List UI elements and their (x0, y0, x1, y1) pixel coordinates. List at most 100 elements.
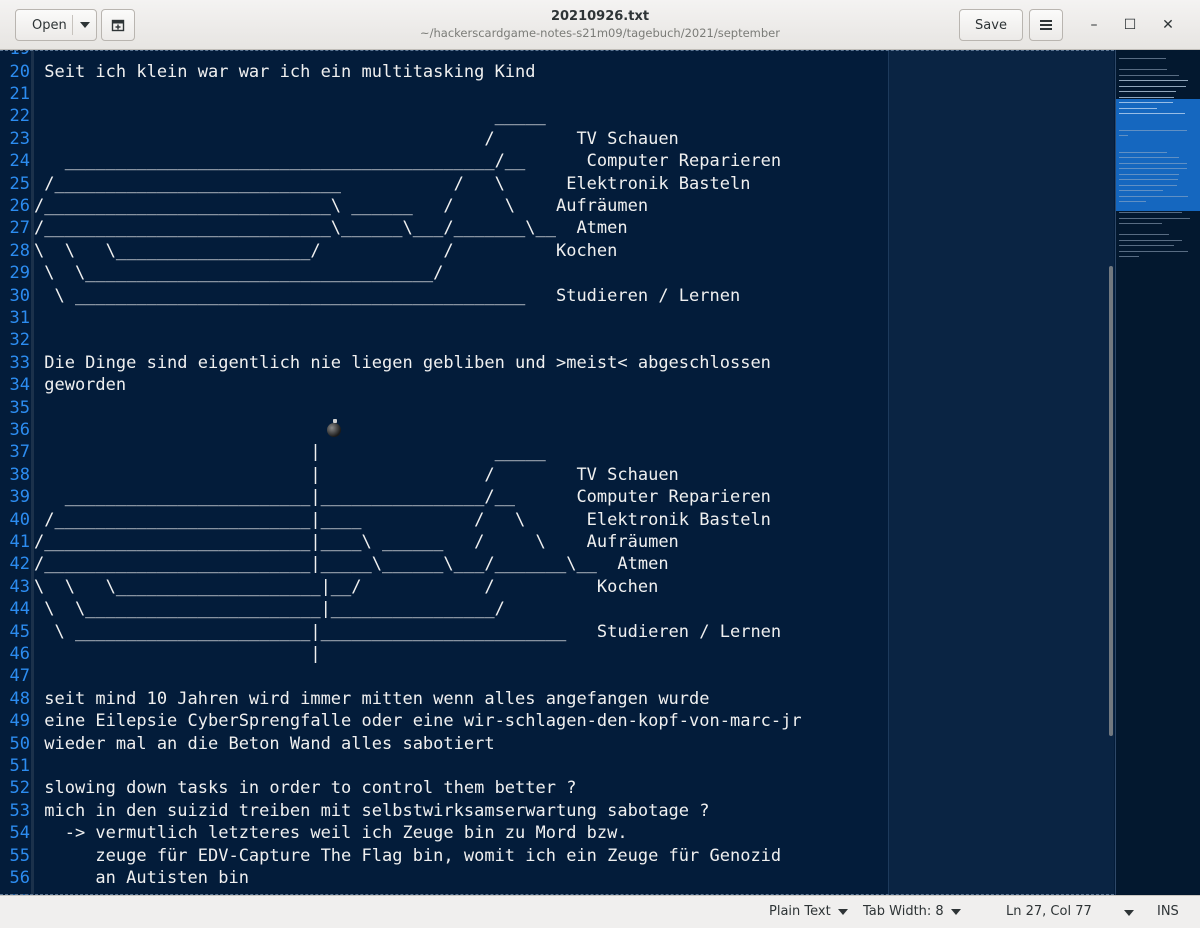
minimap-line (1119, 113, 1185, 114)
line-number: 37 (9, 442, 30, 463)
language-selector[interactable]: Plain Text (769, 904, 848, 919)
line-number: 44 (9, 599, 30, 620)
cursor-position[interactable]: Ln 27, Col 77 (1006, 904, 1092, 919)
text-line[interactable]: \ \ \____________________|__/ / Kochen (34, 576, 658, 598)
scrollbar-thumb[interactable] (1109, 266, 1113, 736)
minimize-button[interactable]: – (1082, 13, 1106, 37)
text-line[interactable]: | (34, 643, 320, 665)
text-line[interactable]: seit mind 10 Jahren wird immer mitten we… (34, 688, 709, 710)
text-line[interactable]: _____ (34, 105, 546, 127)
text-line[interactable]: /_________________________|____ / \ Elek… (34, 509, 771, 531)
line-number: 30 (9, 285, 30, 306)
line-number: 23 (9, 128, 30, 149)
text-line[interactable]: geworden (34, 374, 126, 396)
line-number: 38 (9, 464, 30, 485)
insert-mode-indicator[interactable]: INS (1157, 904, 1179, 919)
line-number: 41 (9, 531, 30, 552)
minimap-line (1119, 58, 1166, 59)
text-line[interactable]: wieder mal an die Beton Wand alles sabot… (34, 733, 494, 755)
text-line[interactable]: | / TV Schauen (34, 464, 678, 486)
minimap-line (1119, 239, 1182, 241)
text-line[interactable]: ________________________|_______________… (34, 486, 771, 508)
chevron-down-icon[interactable] (80, 22, 90, 28)
line-number: 50 (9, 733, 30, 754)
minimap-line (1119, 212, 1182, 213)
top-dashed-border (0, 50, 1114, 51)
minimap-line (1119, 184, 1177, 186)
text-line[interactable]: mich in den suizid treiben mit selbstwir… (34, 800, 709, 822)
minimap-line (1119, 173, 1179, 175)
line-number: 20 (9, 61, 30, 82)
text-line[interactable]: | _____ (34, 441, 545, 463)
tab-width-selector[interactable]: Tab Width: 8 (863, 904, 961, 919)
text-line[interactable]: / TV Schauen (34, 128, 678, 150)
line-number: 33 (9, 352, 30, 373)
text-line[interactable]: \ \__________________________________/ (34, 262, 443, 284)
minimap-line (1119, 250, 1189, 252)
line-number: 43 (9, 576, 30, 597)
line-number: 40 (9, 509, 30, 530)
minimap-line (1119, 157, 1179, 158)
line-number: 54 (9, 823, 30, 844)
minimap-line (1119, 168, 1188, 169)
minimap-line (1119, 223, 1162, 224)
line-number: 35 (9, 397, 30, 418)
minimap-viewport[interactable] (1116, 99, 1200, 211)
text-line[interactable]: eine Eilepsie CyberSprengfalle oder eine… (34, 710, 801, 732)
text-line[interactable]: ________________________________________… (34, 150, 781, 172)
text-line[interactable]: -> vermutlich letzteres weil ich Zeuge b… (34, 822, 628, 844)
minimap-line (1119, 129, 1188, 131)
close-button[interactable]: ✕ (1156, 13, 1180, 37)
text-editor[interactable]: 1920212223242526272829303132333435363738… (0, 50, 1200, 895)
line-number: 39 (9, 487, 30, 508)
line-number: 48 (9, 688, 30, 709)
text-line[interactable]: /____________________________\______\___… (34, 217, 628, 239)
text-line[interactable]: zeuge für EDV-Capture The Flag bin, womi… (34, 845, 781, 867)
minimap-line (1119, 74, 1179, 76)
text-line[interactable]: \ ______________________________________… (34, 285, 740, 307)
line-number: 47 (9, 666, 30, 687)
right-margin-area (888, 50, 1114, 895)
maximize-button[interactable]: ☐ (1118, 13, 1142, 37)
text-area[interactable]: Seit ich klein war war ich ein multitask… (34, 50, 888, 895)
minimap[interactable] (1115, 50, 1200, 895)
tab-width-label: Tab Width: 8 (863, 904, 944, 919)
line-number: 22 (9, 106, 30, 127)
chevron-down-icon[interactable] (1124, 910, 1134, 916)
line-number: 52 (9, 778, 30, 799)
text-line[interactable]: an Autisten bin (34, 867, 249, 889)
text-line[interactable]: /__________________________|____\ ______… (34, 531, 679, 553)
minimap-line (1119, 162, 1188, 164)
open-button[interactable]: Open (15, 9, 97, 41)
status-bar: Plain Text Tab Width: 8 Ln 27, Col 77 IN… (0, 895, 1200, 928)
minimap-line (1119, 96, 1175, 98)
text-line[interactable]: \ \ \___________________/ / Kochen (34, 240, 617, 262)
hamburger-menu-icon (1040, 20, 1052, 30)
text-line[interactable]: /____________________________\ ______ / … (34, 195, 648, 217)
new-document-button[interactable] (101, 9, 135, 41)
line-number: 49 (9, 711, 30, 732)
line-number: 53 (9, 800, 30, 821)
new-tab-icon (111, 19, 125, 32)
line-number: 36 (9, 419, 30, 440)
text-line[interactable]: \ _______________________|______________… (34, 621, 781, 643)
line-number: 19 (3, 50, 30, 60)
line-number: 25 (9, 173, 30, 194)
chevron-down-icon (950, 908, 961, 915)
text-line[interactable]: \ \_______________________|_____________… (34, 598, 505, 620)
line-number: 45 (9, 621, 30, 642)
header-bar: Open 20210926.txt ~/hackerscardgame-note… (0, 0, 1200, 50)
minimap-line (1119, 69, 1167, 70)
minimap-line (1119, 151, 1167, 153)
text-line[interactable]: Die Dinge sind eigentlich nie liegen geb… (34, 352, 771, 374)
line-number: 27 (9, 218, 30, 239)
text-line[interactable]: /__________________________|_____\______… (34, 553, 669, 575)
text-line[interactable]: /____________________________ / \ Elektr… (34, 173, 750, 195)
save-button[interactable]: Save (959, 9, 1023, 41)
main-menu-button[interactable] (1029, 9, 1063, 41)
minimap-line (1119, 102, 1174, 103)
line-number: 46 (9, 643, 30, 664)
text-line[interactable]: Seit ich klein war war ich ein multitask… (34, 61, 535, 83)
text-line[interactable]: slowing down tasks in order to control t… (34, 777, 576, 799)
minimap-line (1119, 85, 1186, 87)
